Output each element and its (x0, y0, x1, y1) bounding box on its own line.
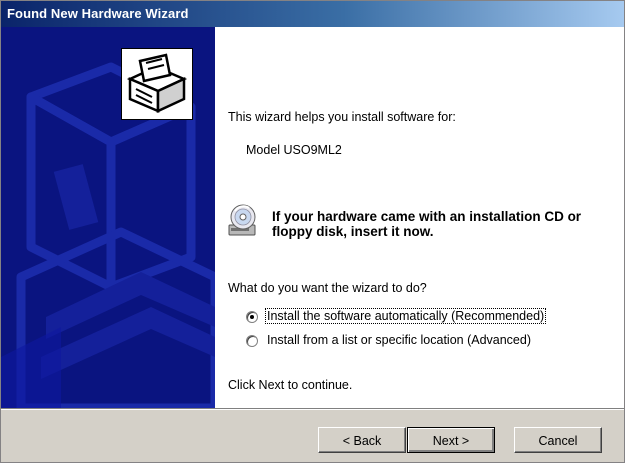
cd-drive-icon (227, 203, 263, 239)
next-button[interactable]: Next > (407, 427, 495, 453)
continue-text: Click Next to continue. (228, 378, 353, 392)
wizard-question: What do you want the wizard to do? (228, 281, 427, 295)
radio-install-from-list[interactable] (246, 335, 258, 347)
option-label-from-list[interactable]: Install from a list or specific location… (266, 333, 532, 347)
wizard-window: Found New Hardware Wizard This wizard he… (0, 0, 625, 463)
radio-install-automatic[interactable] (246, 311, 258, 323)
device-name: Model USO9ML2 (246, 143, 342, 157)
window-title: Found New Hardware Wizard (7, 6, 189, 21)
hardware-wizard-icon (121, 48, 193, 120)
wizard-sidebar (1, 27, 215, 408)
wizard-footer: < Back Next > Cancel (1, 408, 624, 462)
title-bar[interactable]: Found New Hardware Wizard (1, 1, 624, 27)
back-button-label: < Back (342, 434, 382, 448)
back-button[interactable]: < Back (318, 427, 406, 453)
option-install-from-list[interactable]: Install from a list or specific location… (246, 333, 566, 351)
cancel-button-label: Cancel (538, 434, 578, 448)
next-button-focus (411, 431, 491, 449)
cancel-button[interactable]: Cancel (514, 427, 602, 453)
option-label-automatic[interactable]: Install the software automatically (Reco… (264, 308, 547, 324)
footer-divider (1, 409, 624, 410)
option-install-automatic[interactable]: Install the software automatically (Reco… (246, 308, 566, 327)
intro-text: This wizard helps you install software f… (228, 110, 456, 124)
cd-notice: If your hardware came with an installati… (272, 209, 582, 239)
